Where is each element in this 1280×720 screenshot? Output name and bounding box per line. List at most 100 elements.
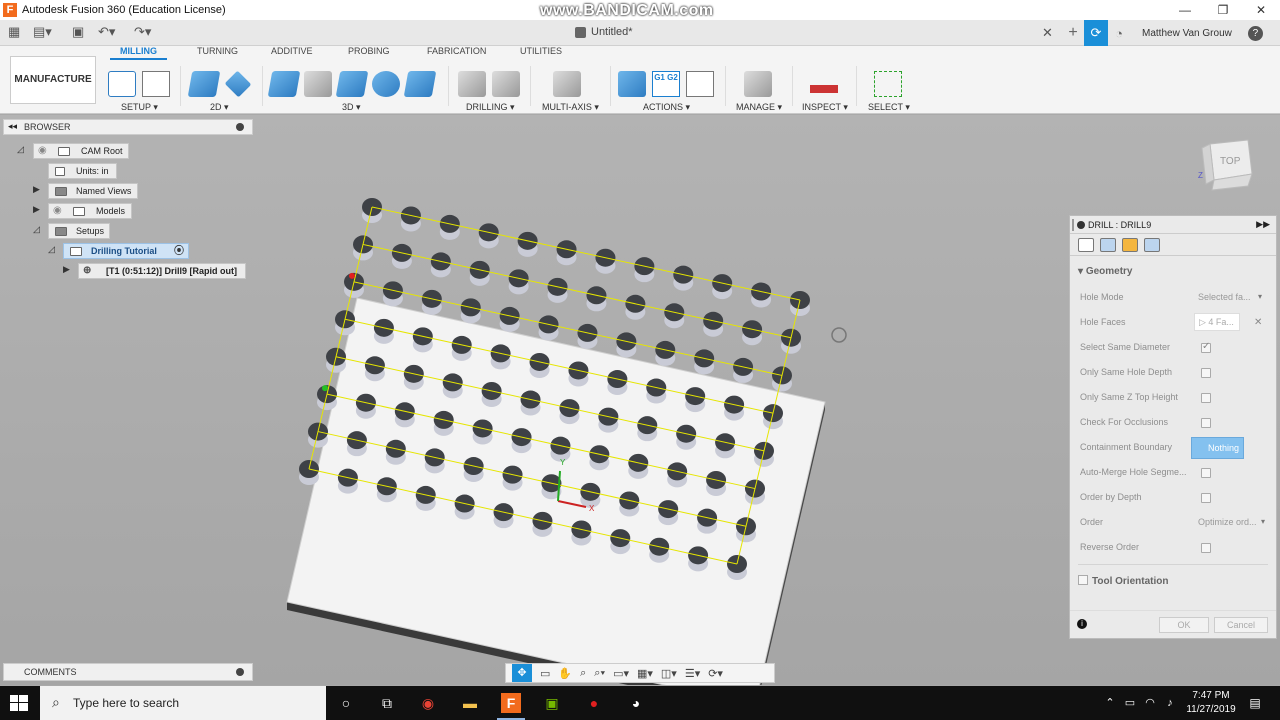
expand-named-views-icon[interactable]: ▶ bbox=[33, 184, 40, 195]
only-same-z-top-checkbox[interactable] bbox=[1201, 393, 1211, 403]
actions-group-label[interactable]: ACTIONS ▾ bbox=[643, 102, 690, 113]
collapse-setups-icon[interactable]: ◿ bbox=[33, 224, 40, 235]
activate-setup-icon[interactable]: ⦿ bbox=[174, 245, 184, 259]
select-same-diameter-checkbox[interactable] bbox=[1201, 341, 1211, 353]
refresh-icon[interactable]: ⟳▾ bbox=[708, 667, 723, 680]
chrome-icon[interactable]: ◉ bbox=[418, 693, 438, 713]
expand-models-icon[interactable]: ▶ bbox=[33, 204, 40, 215]
taskbar-search-box[interactable]: ⌕ Type here to search bbox=[40, 686, 326, 720]
tab-geometry-icon[interactable] bbox=[1100, 238, 1116, 252]
clock[interactable]: 7:47 PM 11/27/2019 bbox=[1185, 689, 1237, 717]
contour-icon[interactable] bbox=[372, 71, 400, 97]
browser-node-units[interactable]: Units: in bbox=[48, 163, 117, 179]
notifications-icon[interactable]: ▤ bbox=[1245, 693, 1265, 713]
tab-milling[interactable]: MILLING bbox=[110, 46, 167, 60]
grid-settings-icon[interactable]: ▦▾ bbox=[637, 667, 653, 680]
simulate-icon[interactable] bbox=[618, 71, 646, 97]
setup-folder-icon[interactable] bbox=[108, 71, 136, 97]
tab-utilities[interactable]: UTILITIES bbox=[520, 46, 562, 56]
chevron-down-icon[interactable]: ▾ bbox=[1258, 292, 1262, 301]
browser-node-named-views[interactable]: Named Views bbox=[48, 183, 138, 199]
close-document-icon[interactable]: ✕ bbox=[1042, 25, 1053, 41]
browser-node-cam-root[interactable]: ◉ CAM Root bbox=[33, 143, 129, 159]
reverse-order-checkbox[interactable] bbox=[1201, 543, 1211, 553]
redo-icon[interactable]: ↷▾ bbox=[134, 24, 151, 40]
chevron-down-icon[interactable]: ▾ bbox=[1261, 517, 1265, 526]
panel-grip[interactable] bbox=[1072, 219, 1074, 231]
orbit-constrained-icon[interactable]: ✥ bbox=[512, 664, 532, 682]
tab-probing[interactable]: PROBING bbox=[348, 46, 390, 56]
fusion-taskbar-icon[interactable]: F bbox=[497, 693, 525, 720]
file-explorer-icon[interactable]: ▬ bbox=[460, 693, 480, 713]
minimize-button[interactable]: — bbox=[1166, 0, 1204, 20]
select-group-label[interactable]: SELECT ▾ bbox=[868, 102, 910, 113]
face-icon[interactable] bbox=[224, 70, 252, 98]
tab-additive[interactable]: ADDITIVE bbox=[271, 46, 313, 56]
record-icon[interactable]: ● bbox=[584, 693, 604, 713]
visibility-eye-icon[interactable]: ◉ bbox=[53, 204, 62, 218]
orbit-target-icon[interactable] bbox=[831, 327, 847, 343]
drill-icon[interactable] bbox=[458, 71, 486, 97]
data-panel-grid-icon[interactable]: ▦ bbox=[8, 24, 20, 40]
display-settings-icon[interactable]: ▭▾ bbox=[613, 667, 629, 680]
new-tab-icon[interactable]: + bbox=[1062, 24, 1084, 42]
visibility-eye-icon[interactable]: ◉ bbox=[38, 144, 47, 158]
hole-faces-selector[interactable]: ▷ 4 Fa... bbox=[1194, 313, 1240, 331]
inspect-group-label[interactable]: INSPECT ▾ bbox=[802, 102, 848, 113]
user-name[interactable]: Matthew Van Grouw bbox=[1142, 28, 1232, 39]
tool-orientation-section[interactable]: Tool Orientation bbox=[1078, 575, 1168, 587]
browser-node-models[interactable]: ◉ Models bbox=[48, 203, 132, 219]
2d-adaptive-icon[interactable] bbox=[187, 71, 221, 97]
task-view-icon[interactable]: ⧉ bbox=[377, 693, 397, 713]
manage-group-label[interactable]: MANAGE ▾ bbox=[736, 102, 782, 113]
drilling-group-label[interactable]: DRILLING ▾ bbox=[466, 102, 515, 113]
chevron-up-icon[interactable]: ⌃ bbox=[1100, 693, 1120, 713]
post-process-icon[interactable]: G1 G2 bbox=[652, 71, 680, 97]
volume-icon[interactable]: ♪ bbox=[1160, 693, 1180, 713]
measure-icon[interactable] bbox=[810, 85, 838, 93]
document-tab[interactable]: Untitled* bbox=[575, 26, 633, 38]
auto-merge-checkbox[interactable] bbox=[1201, 468, 1211, 478]
dialog-options-icon[interactable] bbox=[1077, 221, 1085, 229]
ok-button[interactable]: OK bbox=[1159, 617, 1209, 633]
view-cube[interactable]: TOP Z bbox=[1198, 136, 1256, 192]
windows-start-icon[interactable] bbox=[10, 695, 28, 711]
setup-group-label[interactable]: SETUP ▾ bbox=[121, 102, 158, 113]
browser-node-setups[interactable]: Setups bbox=[48, 223, 110, 239]
order-select[interactable]: Optimize ord... bbox=[1198, 517, 1257, 527]
browser-panel-header[interactable]: ◂◂ BROWSER bbox=[3, 119, 253, 135]
check-occlusions-checkbox[interactable] bbox=[1201, 418, 1211, 428]
parallel-icon[interactable] bbox=[335, 71, 369, 97]
collapse-cam-root-icon[interactable]: ◿ bbox=[17, 144, 24, 155]
tab-tool-icon[interactable] bbox=[1078, 238, 1094, 252]
hole-mode-select[interactable]: Selected fa... bbox=[1198, 292, 1251, 302]
expand-dialog-icon[interactable]: ▶▶ bbox=[1256, 219, 1270, 230]
multi-axis-group-label[interactable]: MULTI-AXIS ▾ bbox=[542, 102, 599, 113]
browser-node-operation-drill9[interactable]: ⊕ [T1 (0:51:12)] Drill9 [Rapid out] bbox=[78, 263, 246, 279]
zoom-icon[interactable]: ⌕ bbox=[580, 667, 586, 680]
job-status-icon[interactable]: ◔ bbox=[1108, 26, 1130, 41]
wifi-icon[interactable]: ◠ bbox=[1140, 693, 1160, 713]
containment-boundary-selector[interactable]: Nothing bbox=[1191, 437, 1244, 459]
expand-operation-icon[interactable]: ▶ bbox=[63, 264, 70, 275]
tool-orientation-checkbox[interactable] bbox=[1078, 575, 1088, 585]
tab-cycle-icon[interactable] bbox=[1144, 238, 1160, 252]
geometry-section-header[interactable]: ▾ Geometry bbox=[1078, 266, 1133, 277]
tab-turning[interactable]: TURNING bbox=[197, 46, 238, 56]
extensions-icon[interactable]: ⟳ bbox=[1084, 20, 1108, 46]
multi-axis-icon[interactable] bbox=[553, 71, 581, 97]
browser-node-setup-drilling-tutorial[interactable]: Drilling Tutorial ⦿ bbox=[63, 243, 189, 259]
environment-icon[interactable]: ☰▾ bbox=[685, 667, 700, 680]
tab-fabrication[interactable]: FABRICATION bbox=[427, 46, 486, 56]
help-icon[interactable]: ? bbox=[1247, 25, 1263, 41]
2d-group-label[interactable]: 2D ▾ bbox=[210, 102, 229, 113]
cortana-icon[interactable]: ○ bbox=[336, 693, 356, 713]
tab-heights-icon[interactable] bbox=[1122, 238, 1138, 252]
viewports-icon[interactable]: ◫▾ bbox=[661, 667, 677, 680]
adaptive-clearing-icon[interactable] bbox=[267, 71, 301, 97]
restore-button[interactable]: ❐ bbox=[1204, 0, 1242, 20]
undo-icon[interactable]: ↶▾ bbox=[98, 24, 115, 40]
fit-zoom-icon[interactable]: ⌕▾ bbox=[594, 667, 605, 680]
order-by-depth-checkbox[interactable] bbox=[1201, 493, 1211, 503]
close-window-button[interactable]: ✕ bbox=[1242, 0, 1280, 20]
